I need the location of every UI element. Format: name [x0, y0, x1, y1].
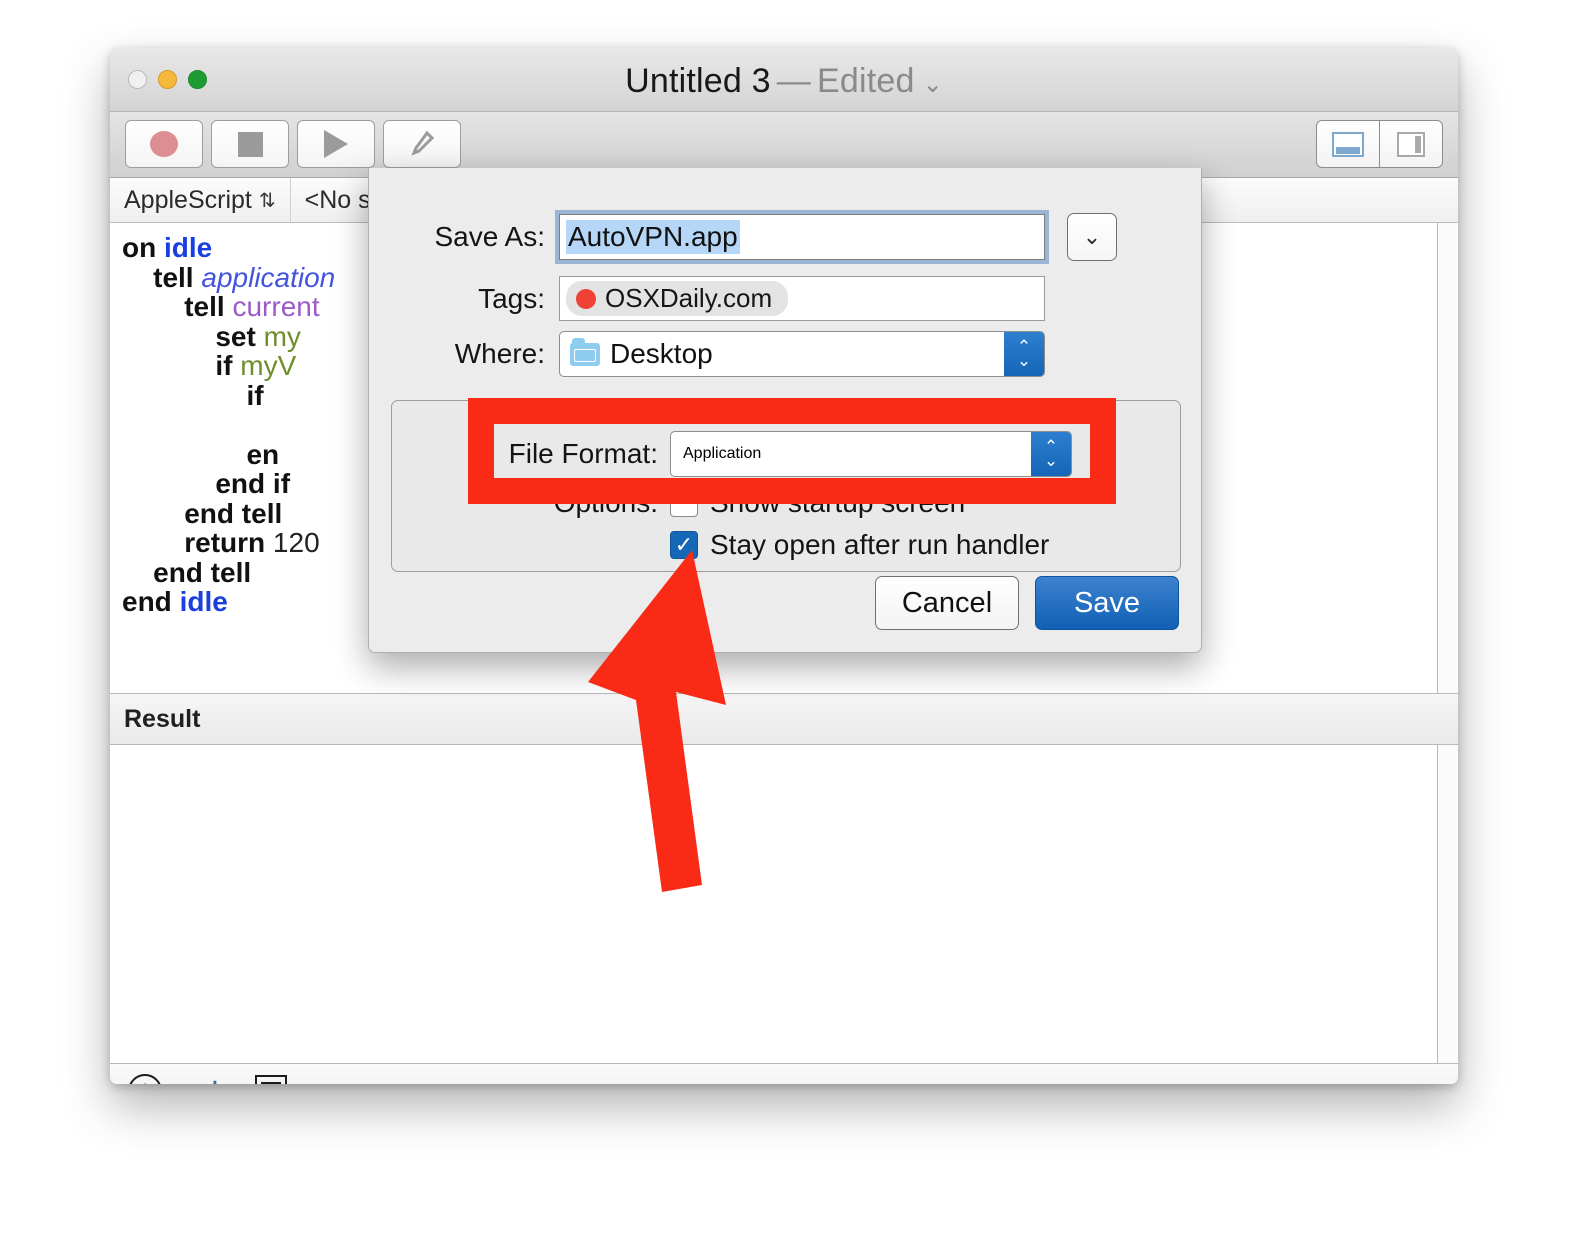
save-dialog: Save As: AutoVPN.app ⌄ Tags: OSXDaily.co… [368, 168, 1202, 653]
result-side-rail [1437, 745, 1458, 1063]
bottom-pane-icon [1332, 131, 1364, 157]
screenshot-root: Untitled 3— Edited ⌄ AppleScript ⇅ <No s… [0, 0, 1594, 1260]
cancel-button[interactable]: Cancel [875, 576, 1019, 630]
tags-label: Tags: [478, 282, 545, 314]
file-format-stepper-icon[interactable]: ⌃ ⌄ [1031, 432, 1071, 476]
stepper-down-icon: ⌄ [1016, 351, 1032, 370]
where-popup-button[interactable]: Desktop ⌃ ⌄ [559, 331, 1045, 377]
language-label: AppleScript [124, 185, 252, 214]
file-format-popup-button[interactable]: Application ⌃ ⌄ [670, 431, 1072, 477]
toolbar-left-group [125, 120, 461, 168]
stop-icon [237, 131, 263, 157]
side-pane-icon [1397, 131, 1425, 157]
save-as-label: Save As: [434, 221, 545, 252]
document-title: Untitled 3 [625, 62, 771, 100]
file-format-value: Application [683, 445, 762, 462]
compile-button[interactable] [383, 120, 461, 168]
description-button[interactable]: i [128, 1074, 162, 1084]
result-pane-header: Result [110, 694, 1458, 745]
hammer-icon [411, 130, 435, 156]
editor-status-bar: i ↵ [110, 1064, 1458, 1084]
chevron-down-icon: ⌄ [1082, 224, 1102, 249]
view-side-pane-button[interactable] [1379, 120, 1443, 168]
options-row: Options: Show startup screen [392, 487, 1180, 519]
info-icon: i [128, 1074, 162, 1084]
expand-browser-button[interactable]: ⌄ [1067, 213, 1117, 261]
tags-input[interactable]: OSXDaily.com [559, 276, 1045, 321]
tag-label: OSXDaily.com [605, 283, 773, 313]
title-separator: — [776, 62, 811, 100]
tag-chip[interactable]: OSXDaily.com [566, 281, 789, 316]
save-as-row: Save As: AutoVPN.app ⌄ [369, 213, 1201, 261]
stay-open-row: ✓ Stay open after run handler [670, 529, 1049, 561]
editor-side-rail [1437, 223, 1458, 693]
edited-status: Edited [816, 62, 915, 100]
where-stepper-icon[interactable]: ⌃ ⌄ [1004, 332, 1044, 376]
show-startup-screen-label: Show startup screen [710, 487, 966, 518]
show-startup-screen-checkbox[interactable] [670, 489, 698, 517]
result-pane-body[interactable] [110, 745, 1458, 1064]
tags-row: Tags: OSXDaily.com [369, 276, 1201, 321]
log-button[interactable] [254, 1075, 287, 1084]
stay-open-label: Stay open after run handler [710, 529, 1050, 560]
chevron-down-icon[interactable]: ⌄ [923, 71, 943, 98]
chevron-updown-icon: ⇅ [258, 189, 276, 212]
stop-button[interactable] [211, 120, 289, 168]
folder-icon [570, 337, 600, 366]
stepper-down-icon: ⌄ [1043, 451, 1059, 470]
language-popup[interactable]: AppleScript ⇅ [110, 178, 291, 222]
run-button[interactable] [297, 120, 375, 168]
record-icon [150, 131, 178, 157]
options-label: Options: [553, 487, 658, 518]
where-label: Where: [454, 338, 545, 369]
save-as-input[interactable]: AutoVPN.app [559, 214, 1045, 260]
save-button[interactable]: Save [1035, 576, 1179, 630]
where-value: Desktop [610, 338, 713, 369]
toolbar-right-group [1316, 120, 1443, 168]
lines-icon [254, 1075, 287, 1084]
window-titlebar: Untitled 3— Edited ⌄ [110, 48, 1458, 112]
return-arrow-icon: ↵ [194, 1074, 223, 1084]
stay-open-checkbox[interactable]: ✓ [670, 531, 698, 559]
where-row: Where: Desktop ⌃ ⌄ [369, 331, 1201, 377]
dialog-buttons: Cancel Save [875, 576, 1179, 630]
view-bottom-pane-button[interactable] [1316, 120, 1379, 168]
window-title: Untitled 3— Edited ⌄ [110, 62, 1458, 101]
save-as-value: AutoVPN.app [566, 220, 740, 254]
checkmark-icon: ✓ [674, 532, 694, 557]
result-label: Result [124, 704, 201, 733]
format-options-group: File Format: Application ⌃ ⌄ Options: Sh… [391, 400, 1181, 572]
file-format-row: File Format: Application ⌃ ⌄ [392, 431, 1180, 477]
file-format-label: File Format: [508, 438, 658, 469]
record-button[interactable] [125, 120, 203, 168]
play-icon [324, 130, 348, 158]
event-log-button[interactable]: ↵ [194, 1074, 223, 1084]
tag-color-dot-icon [576, 288, 596, 309]
